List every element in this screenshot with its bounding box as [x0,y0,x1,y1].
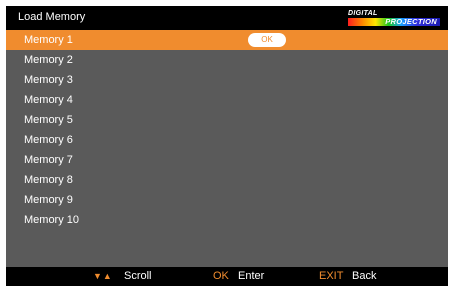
memory-list: Memory 1 OK Memory 2 Memory 3 Memory 4 M… [6,30,448,267]
memory-item-label: Memory 2 [24,54,73,66]
page-title: Load Memory [18,11,86,23]
scroll-arrows-icon: ▼▲ [93,271,113,281]
enter-label: Enter [238,270,265,282]
memory-item-7[interactable]: Memory 7 [6,150,448,170]
memory-item-1[interactable]: Memory 1 OK [6,30,448,50]
memory-item-10[interactable]: Memory 10 [6,210,448,230]
ok-button[interactable]: OK [248,33,286,47]
logo-text-bottom: PROJECTION [385,17,437,26]
memory-item-label: Memory 6 [24,134,73,146]
exit-key-hint: EXIT [319,270,344,282]
memory-item-label: Memory 7 [24,154,73,166]
memory-item-label: Memory 3 [24,74,73,86]
header-bar: Load Memory DIGITAL PROJECTION [6,6,448,30]
footer-key-legend: ▼▲ Scroll OK Enter EXIT Back [6,267,448,286]
memory-item-label: Memory 1 [24,34,73,46]
memory-item-2[interactable]: Memory 2 [6,50,448,70]
back-label: Back [352,270,377,282]
scroll-label: Scroll [124,270,152,282]
memory-item-label: Memory 4 [24,94,73,106]
memory-item-8[interactable]: Memory 8 [6,170,448,190]
ok-key-hint: OK [213,270,229,282]
memory-item-label: Memory 5 [24,114,73,126]
memory-item-5[interactable]: Memory 5 [6,110,448,130]
memory-item-6[interactable]: Memory 6 [6,130,448,150]
logo-text-top: DIGITAL [348,10,378,17]
digital-projection-logo: DIGITAL PROJECTION [348,10,440,26]
memory-item-label: Memory 10 [24,214,80,226]
projector-osd-screen: Load Memory DIGITAL PROJECTION Memory 1 … [6,6,448,286]
memory-item-label: Memory 8 [24,174,73,186]
memory-item-9[interactable]: Memory 9 [6,190,448,210]
memory-item-3[interactable]: Memory 3 [6,70,448,90]
memory-item-4[interactable]: Memory 4 [6,90,448,110]
memory-item-label: Memory 9 [24,194,73,206]
